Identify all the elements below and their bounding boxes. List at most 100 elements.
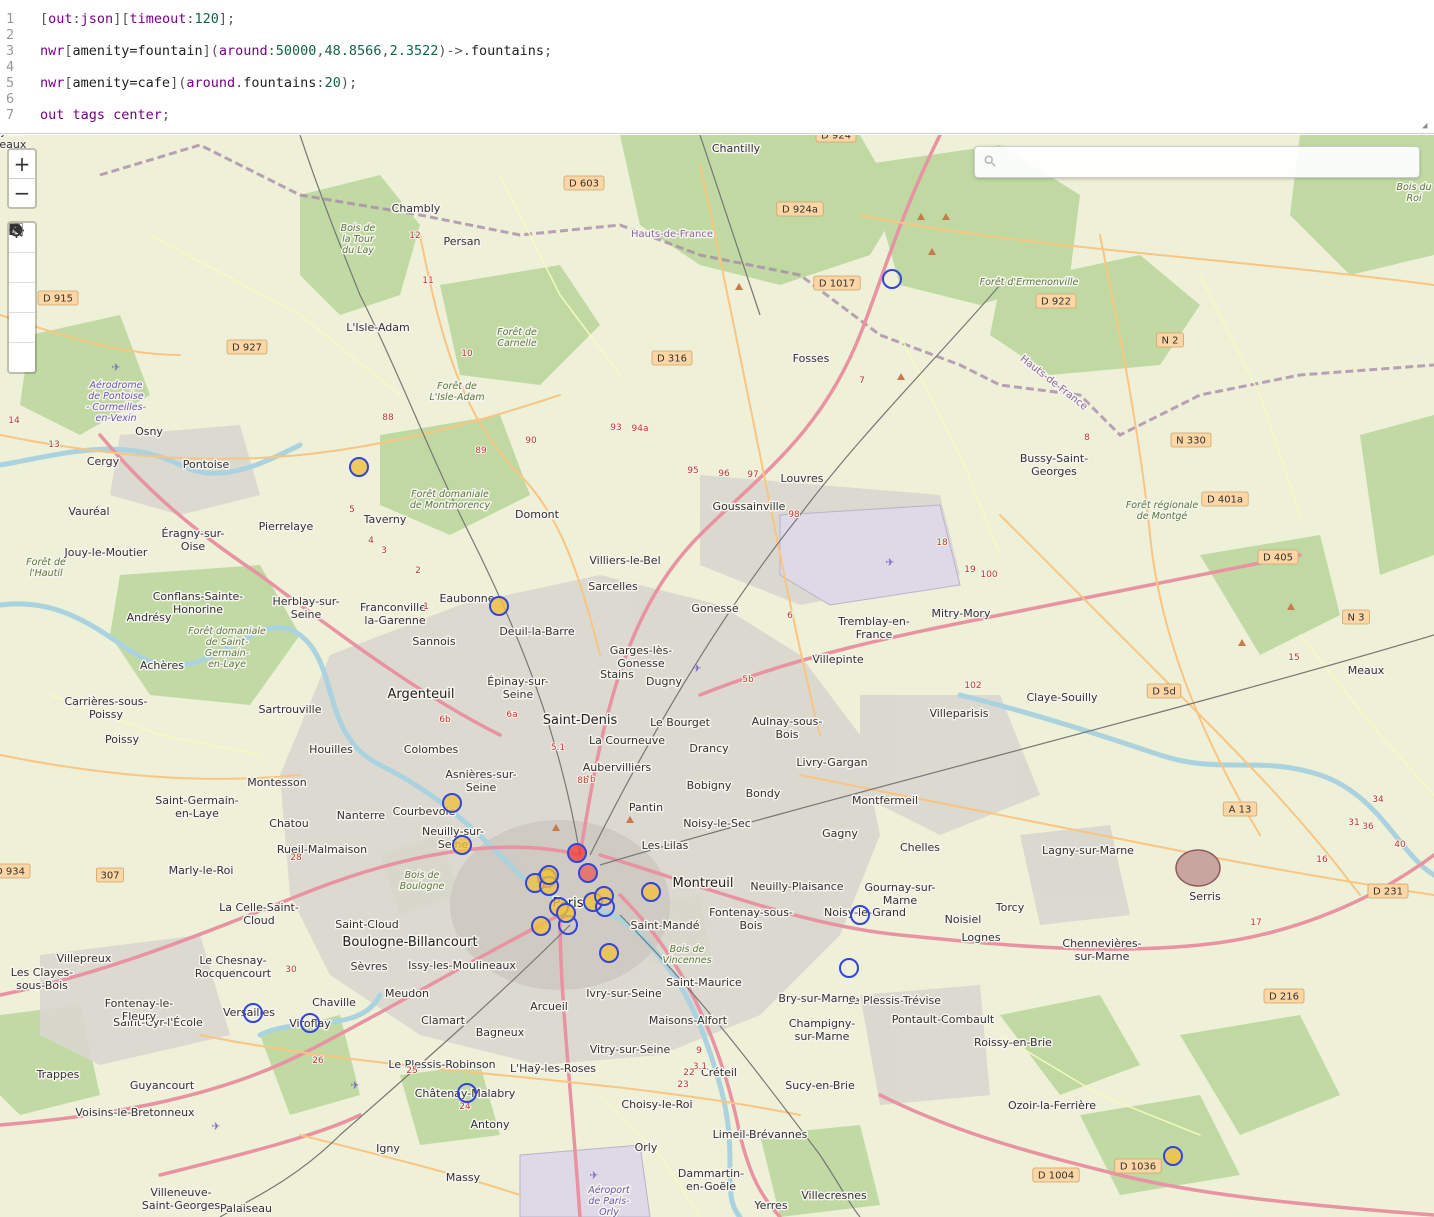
place-label: Ivry-sur-Seine xyxy=(586,987,662,1000)
road-shield: N 3 xyxy=(1342,609,1371,625)
cafe-marker[interactable] xyxy=(489,596,509,616)
road-number: 93 xyxy=(610,423,621,433)
line-number: 1 xyxy=(6,11,15,27)
place-label: Mitry-Mory xyxy=(932,607,991,620)
place-label: Achères xyxy=(140,659,184,672)
code-token: ]( xyxy=(202,43,219,59)
selected-cafe-marker[interactable] xyxy=(578,863,598,883)
place-label: Trappes xyxy=(36,1068,80,1081)
place-label: Villeneuve-Saint-Georges xyxy=(142,1186,221,1212)
fountain-marker[interactable] xyxy=(839,958,859,978)
code-token: out xyxy=(48,11,73,27)
reset-view-button[interactable] xyxy=(9,224,35,343)
place-label: Chambly xyxy=(392,202,441,215)
cafe-marker[interactable] xyxy=(452,835,472,855)
feature-label: Forêt de Carnelle xyxy=(497,327,537,349)
selected-cafe-marker[interactable] xyxy=(567,843,587,863)
road-number: 7 xyxy=(859,376,865,386)
place-label: Bagneux xyxy=(476,1026,525,1039)
road-shield-label: D 401a xyxy=(1207,495,1243,506)
map-search-box xyxy=(974,146,1420,178)
code-token: ; xyxy=(161,107,171,123)
place-label: Argenteuil xyxy=(387,687,454,702)
code-token: : xyxy=(72,11,81,27)
road-shield: D 934 xyxy=(0,863,31,879)
map-canvas[interactable]: Chantilly Chambly Persan L'Isle-Adam Fosses O… xyxy=(0,135,1434,1217)
road-shield: D 1004 xyxy=(1032,1167,1080,1183)
place-label: Drancy xyxy=(689,742,729,755)
export-image-button[interactable] xyxy=(9,223,35,313)
road-number: 102 xyxy=(964,681,981,691)
fountain-marker[interactable] xyxy=(850,905,870,925)
place-label: Montfermeil xyxy=(852,794,918,807)
zoom-in-button[interactable]: + xyxy=(9,150,35,179)
code-token: nwr xyxy=(40,75,65,91)
cafe-marker[interactable] xyxy=(1163,1146,1183,1166)
road-number: 3.1 xyxy=(693,1062,707,1072)
cafe-marker[interactable] xyxy=(442,793,462,813)
place-label: Noisy-le-Sec xyxy=(683,817,751,830)
code-token: around xyxy=(218,43,268,59)
place-label: Villepinte xyxy=(812,653,864,666)
place-label: Pierrelaye xyxy=(259,520,314,533)
clear-data-button[interactable] xyxy=(9,223,35,372)
locate-button[interactable] xyxy=(9,223,35,283)
fountain-marker[interactable] xyxy=(243,1003,263,1023)
fountain-marker[interactable] xyxy=(457,1083,477,1103)
resize-handle-icon[interactable]: ◢ xyxy=(1422,122,1430,131)
road-shield: A 13 xyxy=(1222,801,1258,817)
place-label: Meudon xyxy=(385,987,429,1000)
road-shield: D 231 xyxy=(1367,883,1409,899)
place-label: Clamart xyxy=(421,1014,465,1027)
airport-icon: ✈ xyxy=(351,1077,360,1093)
road-shield: D 405 xyxy=(1257,549,1299,565)
fountain-marker[interactable] xyxy=(882,269,902,289)
place-label: Villiers-le-Bel xyxy=(589,554,660,567)
road-shield-label: D 316 xyxy=(657,354,687,365)
query-editor[interactable]: 1 [out:json][timeout:120]; 2 3 nwr[amenity=f… xyxy=(0,0,1434,134)
road-shield-label: D 924 xyxy=(821,135,851,142)
place-label: Pontault-Combault xyxy=(892,1013,995,1026)
map-search-input[interactable] xyxy=(1003,152,1412,174)
code-token: )->. xyxy=(438,43,471,59)
place-label: Lagny-sur-Marne xyxy=(1042,844,1134,857)
feature-label: Bois de la Tour du Lay xyxy=(341,223,376,256)
map-view[interactable]: Chantilly Chambly Persan L'Isle-Adam Fosses O… xyxy=(0,135,1434,1217)
code-token: : xyxy=(186,11,195,27)
code-token: [ xyxy=(40,11,49,27)
road-shield: N 330 xyxy=(1170,432,1212,448)
cafe-marker[interactable] xyxy=(599,943,619,963)
cafe-marker[interactable] xyxy=(531,916,551,936)
place-label: Jouy-le-Moutier xyxy=(64,546,148,559)
place-label: L'Haÿ-les-Roses xyxy=(510,1062,596,1075)
place-label: Chatou xyxy=(269,817,308,830)
road-shield: D 924 xyxy=(815,135,857,143)
road-shield-label: N 3 xyxy=(1347,613,1364,624)
place-label: Roissy-en-Brie xyxy=(974,1036,1052,1049)
road-shield-label: D 405 xyxy=(1263,553,1293,564)
road-shield-label: D 922 xyxy=(1041,297,1071,308)
place-label: Persan xyxy=(444,235,481,248)
road-number: 10 xyxy=(461,349,473,359)
fountain-marker[interactable] xyxy=(300,1013,320,1033)
cafe-marker[interactable] xyxy=(556,903,576,923)
place-label: Colombes xyxy=(404,743,459,756)
feature-label: Forêt d'Ermenonville xyxy=(980,277,1079,288)
cafe-marker[interactable] xyxy=(349,457,369,477)
code-text: [out:json][timeout:120]; xyxy=(40,11,235,27)
place-label: Igny xyxy=(376,1142,400,1155)
feature-label: Forêt de L'Isle-Adam xyxy=(429,381,484,403)
place-label: Les Lilas xyxy=(642,839,689,852)
road-shield-label: N 330 xyxy=(1176,436,1206,447)
fountain-marker[interactable] xyxy=(595,897,615,917)
code-token: 20 xyxy=(324,75,341,91)
cafe-marker[interactable] xyxy=(641,882,661,902)
road-number: 22 xyxy=(683,1068,694,1078)
cafe-marker[interactable] xyxy=(539,865,559,885)
place-label: Aubervilliers xyxy=(583,761,652,774)
road-number: 16 xyxy=(1316,855,1328,865)
line-number: 3 xyxy=(6,43,15,59)
zoom-out-button[interactable]: − xyxy=(9,179,35,207)
feature-label: Bois de Vincennes xyxy=(662,944,711,966)
place-label: Le Chesnay-Rocquencourt xyxy=(195,954,272,980)
